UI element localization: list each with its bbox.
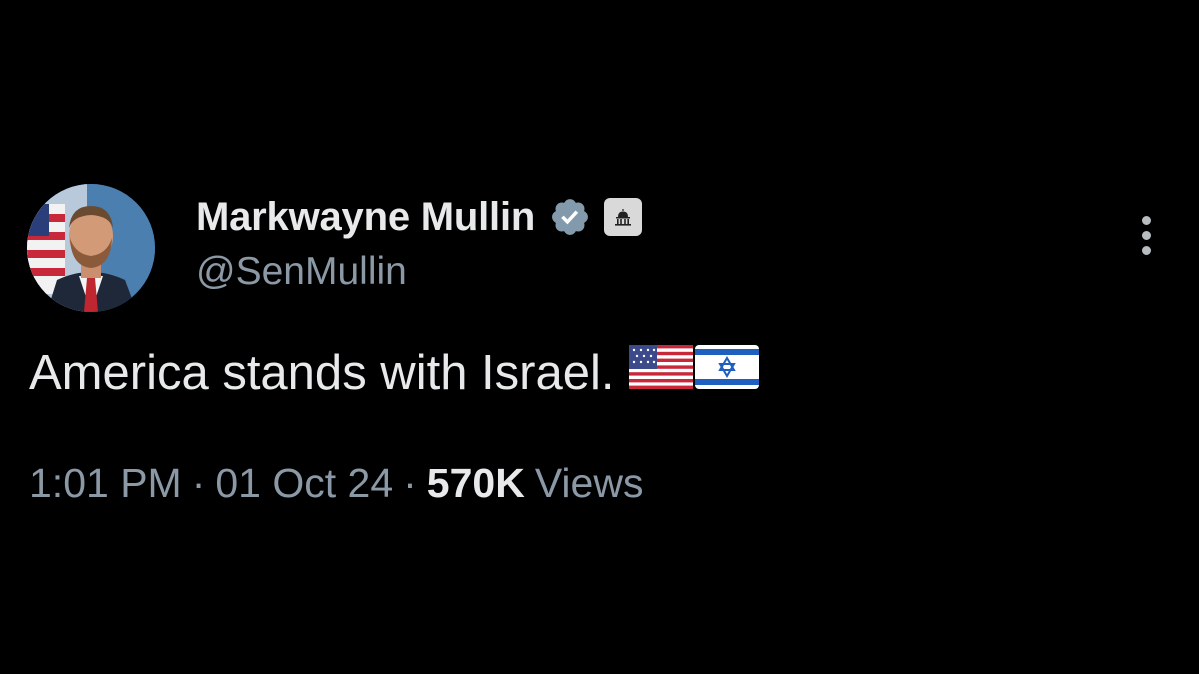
tweet-time[interactable]: 1:01 PM (29, 460, 182, 506)
tweet-text-row: America stands with Israel. (29, 345, 759, 401)
meta-separator: · (403, 460, 417, 506)
meta-separator: · (191, 460, 206, 506)
author-name-row: Markwayne Mullin (196, 191, 643, 243)
author-avatar[interactable] (27, 184, 155, 312)
tweet-date[interactable]: 01 Oct 24 (215, 460, 393, 506)
more-vertical-icon[interactable] (1134, 210, 1160, 260)
tweet-text: America stands with Israel. (29, 346, 615, 400)
views-label: Views (534, 460, 644, 506)
more-dot (1142, 231, 1151, 240)
author-handle[interactable]: @SenMullin (196, 250, 407, 294)
views-count[interactable]: 570K (427, 460, 525, 506)
more-dot (1142, 246, 1151, 255)
author-display-name[interactable]: Markwayne Mullin (196, 195, 535, 240)
tweet-meta: 1:01 PM · 01 Oct 24 · 570K Views (29, 460, 643, 507)
verified-badge-icon (549, 196, 591, 238)
us-flag-icon (628, 345, 693, 401)
tweet-card: Markwayne Mullin @SenMullin America stan… (0, 0, 1199, 674)
avatar-photo (27, 184, 155, 312)
more-dot (1142, 216, 1151, 225)
israel-flag-icon (694, 345, 759, 401)
capitol-building-icon (604, 198, 643, 236)
